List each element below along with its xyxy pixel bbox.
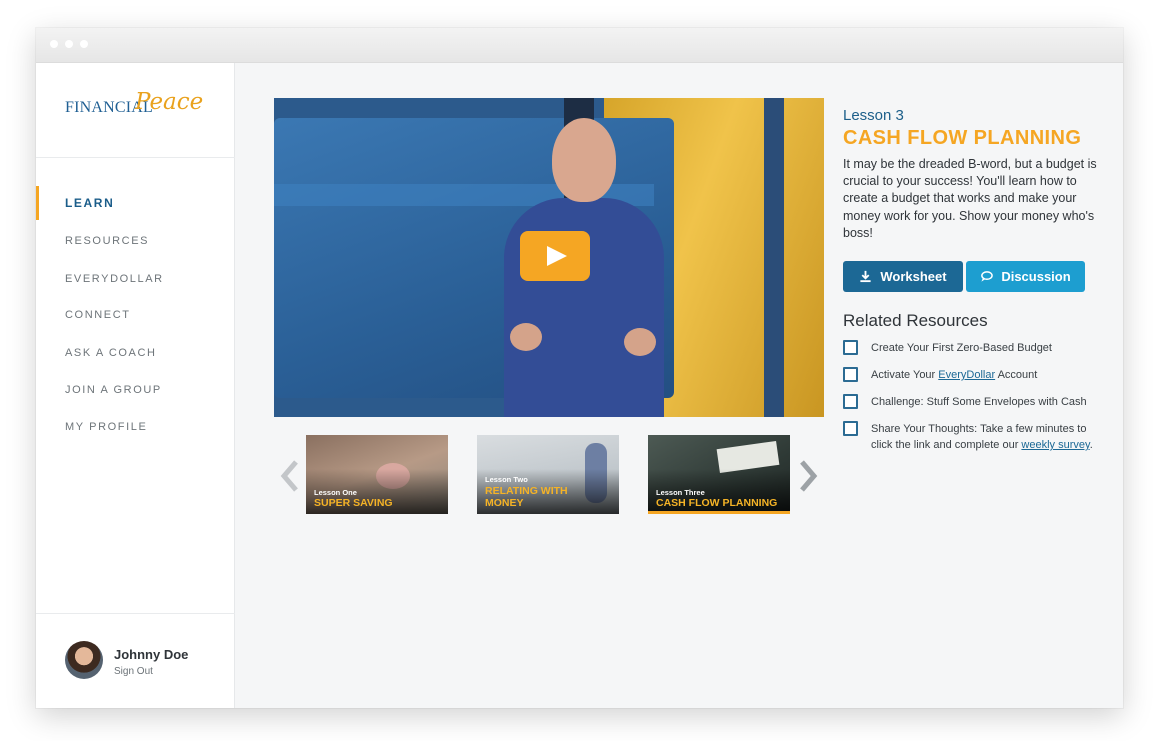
lesson-thumbnail-2[interactable]: Lesson Two RELATING WITH MONEY: [477, 435, 619, 514]
resource-text-before: Activate Your: [871, 369, 939, 381]
resource-text: Challenge: Stuff Some Envelopes with Cas…: [871, 396, 1087, 408]
lesson-thumbnail-title: SUPER SAVING: [314, 497, 393, 509]
sidebar-item-ask-a-coach[interactable]: ASK A COACH: [65, 347, 157, 359]
financial-peace-logo[interactable]: FINANCIAL Peace: [65, 89, 225, 129]
lesson-thumbnail-title: CASH FLOW PLANNING: [656, 497, 778, 509]
resource-checkbox[interactable]: [843, 367, 858, 382]
lesson-thumbnail-1[interactable]: Lesson One SUPER SAVING: [306, 435, 448, 514]
lesson-description: It may be the dreaded B-word, but a budg…: [843, 157, 1097, 240]
carousel-prev-icon[interactable]: [278, 456, 302, 496]
sidebar-item-everydollar[interactable]: EVERYDOLLAR: [65, 273, 164, 285]
lesson-thumbnail-label: Lesson Three: [656, 488, 705, 497]
resource-text: Share Your Thoughts: Take a few minutes …: [871, 421, 1106, 453]
sidebar-item-my-profile[interactable]: MY PROFILE: [65, 421, 147, 433]
sign-out-link[interactable]: Sign Out: [114, 666, 153, 677]
active-nav-indicator: [36, 186, 39, 220]
lesson-video-player[interactable]: [274, 98, 824, 417]
lesson-thumbnail-label: Lesson Two: [485, 475, 528, 484]
discussion-button-label: Discussion: [1001, 269, 1071, 284]
window-dot-icon: [50, 40, 58, 48]
sidebar-item-resources[interactable]: RESOURCES: [65, 235, 149, 247]
discussion-button[interactable]: Discussion: [966, 261, 1085, 292]
download-icon: [860, 270, 871, 283]
chat-bubble-icon: [981, 271, 994, 282]
logo-peace-text: Peace: [135, 89, 204, 115]
browser-window: FINANCIAL Peace LEARN RESOURCES EVERYDOL…: [36, 28, 1123, 708]
window-dot-icon: [80, 40, 88, 48]
active-lesson-indicator: [648, 511, 790, 514]
avatar[interactable]: [65, 641, 103, 679]
resource-text: Create Your First Zero-Based Budget: [871, 342, 1052, 354]
lesson-thumbnail-3[interactable]: Lesson Three CASH FLOW PLANNING: [648, 435, 790, 514]
lesson-thumbnail-title: MONEY: [485, 497, 524, 509]
resource-text-after: Account: [995, 369, 1038, 381]
sidebar-item-join-a-group[interactable]: JOIN A GROUP: [65, 384, 162, 396]
lesson-thumbnail-label: Lesson One: [314, 488, 357, 497]
weekly-survey-link[interactable]: weekly survey: [1021, 439, 1089, 451]
resource-checkbox[interactable]: [843, 421, 858, 436]
everydollar-link[interactable]: EveryDollar: [938, 369, 995, 381]
lesson-thumbnail-title: RELATING WITH: [485, 485, 568, 497]
resource-checkbox[interactable]: [843, 340, 858, 355]
presenter-head: [552, 118, 616, 202]
sidebar-divider: [36, 157, 235, 158]
window-dot-icon: [65, 40, 73, 48]
resource-checkbox[interactable]: [843, 394, 858, 409]
worksheet-button-label: Worksheet: [880, 269, 947, 284]
play-icon[interactable]: [520, 231, 590, 281]
user-name: Johnny Doe: [114, 647, 189, 662]
lesson-number: Lesson 3: [843, 107, 904, 124]
worksheet-button[interactable]: Worksheet: [843, 261, 963, 292]
resource-text: Activate Your EveryDollar Account: [871, 367, 1106, 383]
video-background: [764, 98, 784, 417]
resource-text-after: .: [1089, 439, 1093, 451]
window-titlebar: [36, 28, 1123, 63]
sidebar-divider: [36, 613, 235, 614]
presenter-hand: [624, 328, 656, 356]
sidebar-item-learn[interactable]: LEARN: [65, 196, 114, 210]
presenter-hand: [510, 323, 542, 351]
carousel-next-icon[interactable]: [796, 456, 820, 496]
lesson-title: CASH FLOW PLANNING: [843, 127, 1082, 149]
related-resources-heading: Related Resources: [843, 311, 988, 330]
sidebar: FINANCIAL Peace LEARN RESOURCES EVERYDOL…: [36, 63, 235, 708]
sidebar-item-connect[interactable]: CONNECT: [65, 309, 131, 321]
